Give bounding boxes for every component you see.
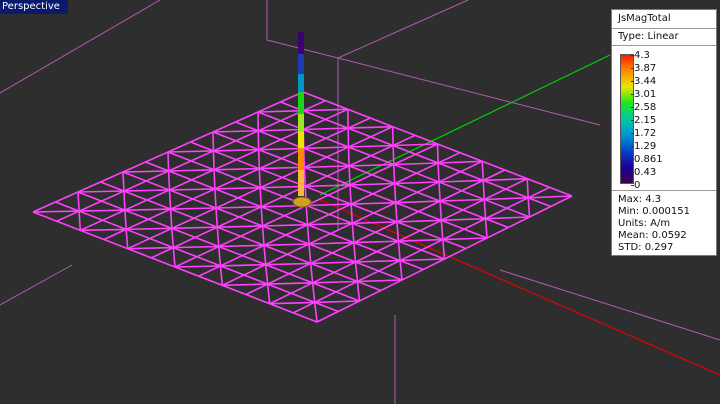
tick-label: 2.58 — [630, 102, 657, 113]
legend-title: JsMagTotal — [612, 10, 716, 29]
stat-std: STD: 0.297 — [618, 242, 674, 253]
stat-max: Max: 4.3 — [618, 194, 662, 205]
tick-label: 4.3 — [631, 50, 650, 61]
tick-label: 2.15 — [630, 115, 657, 126]
stat-units: Units: A/m — [618, 218, 671, 229]
tick-label: 3.87 — [630, 63, 657, 74]
viewport-label[interactable]: Perspective — [0, 0, 68, 14]
legend-statistics: Max: 4.3 Min: 0.000151 Units: A/m Mean: … — [612, 190, 716, 254]
dipole-antenna — [292, 32, 312, 208]
legend-ticks: 4.3 3.87 3.44 3.01 2.58 2.15 1.72 1.29 0… — [630, 50, 714, 191]
tick-label: 0.43 — [630, 167, 657, 178]
legend-scale-type: Type: Linear — [612, 29, 716, 46]
stat-min: Min: 0.000151 — [618, 206, 691, 217]
tick-label: 3.01 — [630, 89, 657, 100]
tick-label: 1.72 — [630, 128, 657, 139]
tick-label: 3.44 — [630, 76, 657, 87]
tick-label: 0.861 — [631, 154, 663, 165]
stat-mean: Mean: 0.0592 — [618, 230, 687, 241]
color-scale-bar — [620, 54, 634, 184]
tick-label: 1.29 — [630, 141, 657, 152]
field-legend[interactable]: JsMagTotal Type: Linear 4.3 3.87 3.44 3.… — [611, 9, 717, 256]
